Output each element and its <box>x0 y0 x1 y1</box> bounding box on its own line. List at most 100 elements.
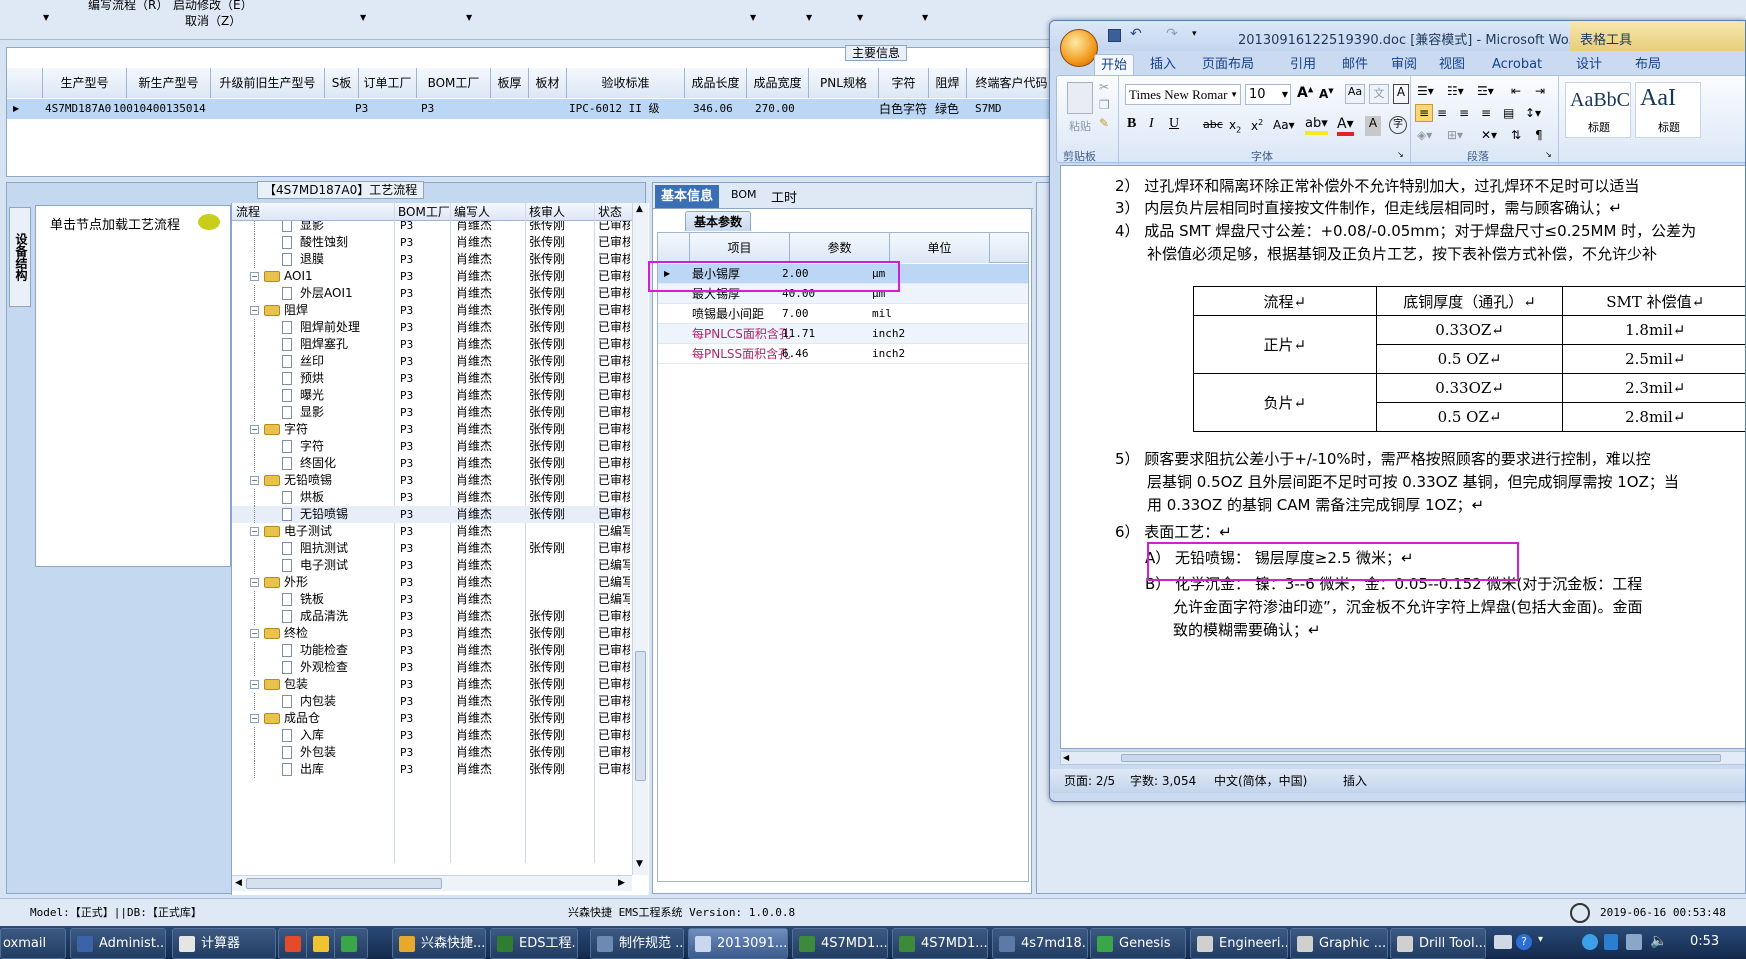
scroll-left-icon[interactable]: ◀ <box>1063 753 1069 762</box>
tree-row[interactable]: 字符 P3 肖维杰 张传刚 已审核 <box>232 438 630 455</box>
col-header[interactable]: PNL规格 <box>809 68 879 98</box>
taskbar-button[interactable]: Engineeri... <box>1190 928 1288 959</box>
tree-row[interactable]: 烘板 P3 肖维杰 张传刚 已审核 <box>232 489 630 506</box>
col-header[interactable]: 项目 <box>690 233 790 263</box>
col-header[interactable]: 单位 <box>890 233 990 263</box>
network-icon[interactable] <box>1626 934 1642 950</box>
tree-row[interactable]: 终固化 P3 肖维杰 张传刚 已审核 <box>232 455 630 472</box>
taskbar-clock[interactable]: 0:53 <box>1690 934 1719 949</box>
clear-format-icon[interactable]: Aa <box>1345 84 1365 104</box>
ribbon-tab[interactable]: 设计 <box>1570 54 1608 75</box>
tree-row[interactable]: − AOI1 P3 肖维杰 张传刚 已审核 <box>232 268 630 285</box>
col-header[interactable]: 流程 <box>236 203 260 221</box>
collapse-icon[interactable]: − <box>250 714 259 723</box>
subscript-icon[interactable]: x2 <box>1229 118 1241 134</box>
strikethrough-icon[interactable]: abc <box>1203 118 1223 131</box>
status-lang[interactable]: 中文(简体，中国) <box>1214 769 1307 793</box>
col-header[interactable]: 阻焊 <box>929 68 967 98</box>
word-hscrollbar[interactable]: ◀ <box>1060 751 1745 765</box>
tree-row[interactable]: 成品清洗 P3 肖维杰 张传刚 已审核 <box>232 608 630 625</box>
ribbon-tab[interactable]: 开始 <box>1094 54 1135 75</box>
shading-icon[interactable]: ◈▾ <box>1417 128 1432 142</box>
dropdown-arrow-icon[interactable]: ▼ <box>43 13 49 22</box>
subtab-basic-params[interactable]: 基本参数 <box>685 211 752 231</box>
tree-row[interactable]: 丝印 P3 肖维杰 张传刚 已审核 <box>232 353 630 370</box>
style-normal[interactable]: AaBbC 标题 <box>1565 82 1631 138</box>
param-value[interactable]: 7.00 <box>782 304 809 324</box>
shield-icon[interactable] <box>1604 934 1618 950</box>
cut-icon[interactable]: ✂ <box>1099 80 1109 94</box>
distributed-icon[interactable]: ▤ <box>1503 106 1514 120</box>
change-case-icon[interactable]: Aa▾ <box>1273 118 1295 132</box>
taskbar-button[interactable]: oxmail <box>0 928 66 959</box>
taskbar-button[interactable] <box>306 928 336 959</box>
ribbon-tab[interactable]: 页面布局 <box>1196 54 1260 75</box>
col-header[interactable]: 升级前旧生产型号 <box>211 68 325 98</box>
col-header[interactable]: 生产型号 <box>43 68 127 98</box>
show-marks-icon[interactable]: ¶ <box>1535 128 1543 142</box>
col-header[interactable]: 编写人 <box>454 203 490 221</box>
multilevel-list-icon[interactable]: ☲▾ <box>1477 84 1494 98</box>
ribbon-tab[interactable]: 审阅 <box>1385 54 1423 75</box>
taskbar-button[interactable]: 计算器 <box>172 928 276 959</box>
scroll-thumb[interactable] <box>246 878 442 889</box>
dropdown-arrow-icon[interactable]: ▼ <box>806 13 812 22</box>
collapse-icon[interactable]: − <box>250 272 259 281</box>
ribbon-tab[interactable]: 邮件 <box>1336 54 1374 75</box>
tree-row[interactable]: 曝光 P3 肖维杰 张传刚 已审核 <box>232 387 630 404</box>
ribbon-tab[interactable]: 视图 <box>1433 54 1471 75</box>
style-heading[interactable]: AaI 标题 <box>1635 82 1701 138</box>
qat-dropdown-icon[interactable]: ▾ <box>1192 29 1197 39</box>
line-spacing-icon[interactable]: ↕▾ <box>1525 106 1541 120</box>
taskbar-button[interactable]: Drill Tool... <box>1390 928 1486 959</box>
status-words[interactable]: 字数: 3,054 <box>1130 769 1196 793</box>
superscript-icon[interactable]: x2 <box>1251 118 1263 133</box>
tree-row[interactable]: 外包装 P3 肖维杰 张传刚 已审核 <box>232 744 630 761</box>
keyboard-icon[interactable] <box>1494 935 1512 949</box>
tree-row[interactable]: 铣板 P3 肖维杰 已编写 <box>232 591 630 608</box>
scroll-left-icon[interactable]: ◀ <box>235 878 242 888</box>
document-text[interactable]: 2） 过孔焊环和隔离环除正常补偿外不允许特别加大，过孔焊环不足时可以适当 3） 内… <box>1061 166 1745 748</box>
col-header[interactable]: 订单工厂 <box>359 68 417 98</box>
tree-row[interactable]: 阻焊塞孔 P3 肖维杰 张传刚 已审核 <box>232 336 630 353</box>
collapse-icon[interactable]: − <box>250 527 259 536</box>
chinese-layout-icon[interactable]: ✕▾ <box>1481 128 1497 142</box>
ribbon-tab[interactable]: 引用 <box>1284 54 1322 75</box>
collapse-icon[interactable]: − <box>250 680 259 689</box>
tab-basic-info[interactable]: 基本信息 <box>655 185 720 208</box>
doc-table[interactable]: 流程↵ 底铜厚度（通孔）↵ SMT 补偿值↵ 正片↵ 0.33OZ↵ 1.8mil↵ 0.5… <box>1193 286 1745 432</box>
justify-icon[interactable]: ≡ <box>1481 106 1491 120</box>
col-header[interactable]: 状态 <box>598 203 622 221</box>
italic-icon[interactable]: I <box>1149 116 1154 132</box>
col-header[interactable]: BOM工厂 <box>417 68 491 98</box>
col-header[interactable]: 终端客户代码 <box>967 68 1057 98</box>
redo-icon[interactable]: ↷ <box>1166 26 1178 42</box>
phonetic-icon[interactable]: 文 <box>1369 84 1389 104</box>
side-tab-equipment[interactable]: 设备结构 <box>9 207 31 307</box>
scroll-thumb[interactable] <box>1121 754 1721 762</box>
dialog-launcher-icon[interactable]: ↘ <box>1397 150 1404 159</box>
status-mode[interactable]: 插入 <box>1343 769 1367 793</box>
tree-row[interactable]: 显影 P3 肖维杰 张传刚 已审核 <box>232 404 630 421</box>
dialog-launcher-icon[interactable]: ↘ <box>1545 150 1552 159</box>
tree-row[interactable]: − 电子测试 P3 肖维杰 已编写 <box>232 523 630 540</box>
taskbar-button[interactable]: Administ... <box>70 928 166 959</box>
col-header[interactable]: 验收标准 <box>567 68 685 98</box>
bullets-icon[interactable]: ☰▾ <box>1417 84 1434 98</box>
table-row[interactable]: 每PNLCS面积含孔 11.71 inch2 <box>658 324 1028 344</box>
scroll-right-icon[interactable]: ▶ <box>618 878 625 888</box>
bold-icon[interactable]: B <box>1127 116 1136 132</box>
col-header[interactable]: 板材 <box>529 68 567 98</box>
col-header[interactable]: 成品长度 <box>685 68 747 98</box>
char-shading-icon[interactable]: A <box>1365 116 1381 136</box>
col-header[interactable]: 板厚 <box>491 68 529 98</box>
ribbon-tab[interactable]: Acrobat <box>1486 54 1548 75</box>
enclose-char-icon[interactable]: 字 <box>1389 116 1407 134</box>
collapse-icon[interactable]: − <box>250 629 259 638</box>
sort-icon[interactable]: ⇅ <box>1511 128 1521 142</box>
copy-icon[interactable]: ❐ <box>1099 98 1110 112</box>
tray-chevron-icon[interactable]: ▾ <box>1538 934 1543 945</box>
col-header[interactable]: 核审人 <box>529 203 565 221</box>
tree-vscrollbar[interactable]: ▲ ▼ <box>632 203 648 875</box>
tree-row[interactable]: − 成品仓 P3 肖维杰 张传刚 已审核 <box>232 710 630 727</box>
